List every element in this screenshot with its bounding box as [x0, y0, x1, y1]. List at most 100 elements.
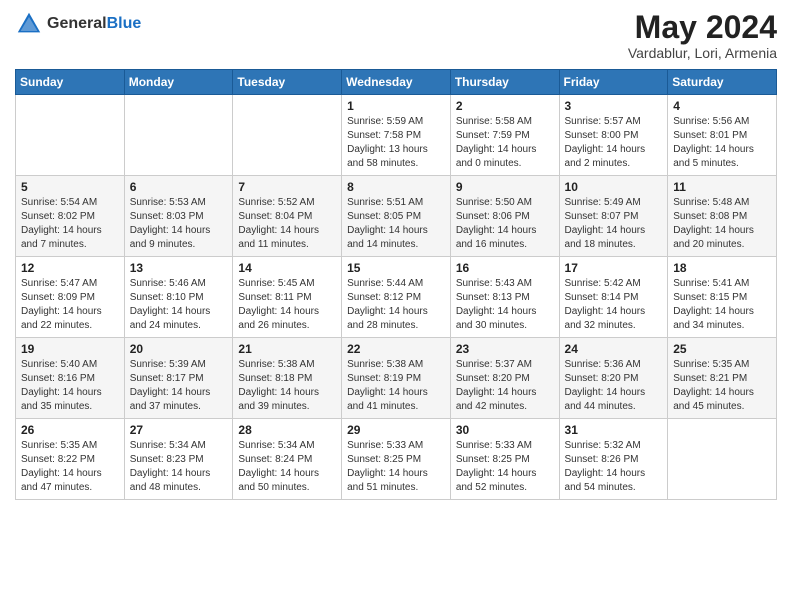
daylight-info: Daylight: 14 hours — [456, 386, 554, 400]
daylight-info: Daylight: 14 hours — [347, 305, 445, 319]
daylight-info: and 24 minutes. — [130, 319, 228, 333]
calendar-week-1: 1Sunrise: 5:59 AMSunset: 7:58 PMDaylight… — [16, 95, 777, 176]
daylight-info: Daylight: 14 hours — [565, 224, 663, 238]
sun-time: Sunrise: 5:35 AM — [673, 358, 771, 372]
sun-time: Sunset: 8:25 PM — [456, 453, 554, 467]
calendar-cell: 20Sunrise: 5:39 AMSunset: 8:17 PMDayligh… — [124, 338, 233, 419]
calendar-cell: 4Sunrise: 5:56 AMSunset: 8:01 PMDaylight… — [668, 95, 777, 176]
calendar-cell: 3Sunrise: 5:57 AMSunset: 8:00 PMDaylight… — [559, 95, 668, 176]
day-number: 21 — [238, 342, 336, 356]
calendar-body: 1Sunrise: 5:59 AMSunset: 7:58 PMDaylight… — [16, 95, 777, 500]
daylight-info: and 34 minutes. — [673, 319, 771, 333]
daylight-info: and 35 minutes. — [21, 400, 119, 414]
calendar-cell: 25Sunrise: 5:35 AMSunset: 8:21 PMDayligh… — [668, 338, 777, 419]
sun-time: Sunrise: 5:46 AM — [130, 277, 228, 291]
logo-blue: Blue — [107, 15, 142, 33]
sun-time: Sunset: 8:03 PM — [130, 210, 228, 224]
calendar-cell — [233, 95, 342, 176]
sun-time: Sunrise: 5:33 AM — [456, 439, 554, 453]
calendar-cell: 7Sunrise: 5:52 AMSunset: 8:04 PMDaylight… — [233, 176, 342, 257]
daylight-info: Daylight: 14 hours — [21, 305, 119, 319]
calendar-week-5: 26Sunrise: 5:35 AMSunset: 8:22 PMDayligh… — [16, 419, 777, 500]
daylight-info: and 11 minutes. — [238, 238, 336, 252]
calendar-cell: 23Sunrise: 5:37 AMSunset: 8:20 PMDayligh… — [450, 338, 559, 419]
day-number: 15 — [347, 261, 445, 275]
sun-time: Sunset: 8:01 PM — [673, 129, 771, 143]
sun-time: Sunrise: 5:52 AM — [238, 196, 336, 210]
daylight-info: and 42 minutes. — [456, 400, 554, 414]
daylight-info: Daylight: 14 hours — [565, 305, 663, 319]
day-number: 3 — [565, 99, 663, 113]
daylight-info: and 5 minutes. — [673, 157, 771, 171]
daylight-info: Daylight: 14 hours — [347, 467, 445, 481]
calendar-cell — [16, 95, 125, 176]
sun-time: Sunset: 8:06 PM — [456, 210, 554, 224]
daylight-info: Daylight: 14 hours — [130, 224, 228, 238]
logo-icon — [15, 10, 43, 38]
day-number: 30 — [456, 423, 554, 437]
calendar: SundayMondayTuesdayWednesdayThursdayFrid… — [15, 69, 777, 500]
daylight-info: and 28 minutes. — [347, 319, 445, 333]
sun-time: Sunset: 8:02 PM — [21, 210, 119, 224]
day-number: 16 — [456, 261, 554, 275]
sun-time: Sunrise: 5:49 AM — [565, 196, 663, 210]
sun-time: Sunrise: 5:32 AM — [565, 439, 663, 453]
calendar-cell: 17Sunrise: 5:42 AMSunset: 8:14 PMDayligh… — [559, 257, 668, 338]
daylight-info: and 26 minutes. — [238, 319, 336, 333]
daylight-info: Daylight: 14 hours — [565, 467, 663, 481]
daylight-info: Daylight: 14 hours — [130, 467, 228, 481]
sun-time: Sunrise: 5:36 AM — [565, 358, 663, 372]
daylight-info: and 20 minutes. — [673, 238, 771, 252]
logo-general: General — [47, 15, 107, 33]
daylight-info: Daylight: 14 hours — [456, 143, 554, 157]
daylight-info: Daylight: 14 hours — [456, 467, 554, 481]
day-number: 10 — [565, 180, 663, 194]
calendar-cell: 1Sunrise: 5:59 AMSunset: 7:58 PMDaylight… — [342, 95, 451, 176]
day-number: 6 — [130, 180, 228, 194]
daylight-info: Daylight: 14 hours — [673, 305, 771, 319]
logo: General Blue — [15, 10, 141, 38]
daylight-info: Daylight: 14 hours — [238, 386, 336, 400]
day-number: 11 — [673, 180, 771, 194]
calendar-cell: 6Sunrise: 5:53 AMSunset: 8:03 PMDaylight… — [124, 176, 233, 257]
calendar-week-2: 5 Sunrise: 5:54 AMSunset: 8:02 PM Daylight… — [16, 176, 777, 257]
weekday-header-friday: Friday — [559, 70, 668, 95]
sun-time: Sunrise: 5:54 AM — [21, 196, 119, 210]
sun-time: Sunrise: 5:45 AM — [238, 277, 336, 291]
calendar-cell: 21Sunrise: 5:38 AMSunset: 8:18 PMDayligh… — [233, 338, 342, 419]
sun-time: Sunrise: 5:58 AM — [456, 115, 554, 129]
sun-time: Sunset: 8:07 PM — [565, 210, 663, 224]
sun-time: Sunrise: 5:37 AM — [456, 358, 554, 372]
daylight-info: Daylight: 14 hours — [238, 467, 336, 481]
weekday-header-thursday: Thursday — [450, 70, 559, 95]
day-number: 28 — [238, 423, 336, 437]
daylight-info: and 58 minutes. — [347, 157, 445, 171]
header: General Blue May 2024 Vardablur, Lori, A… — [15, 10, 777, 61]
daylight-info: and 14 minutes. — [347, 238, 445, 252]
daylight-info: and 30 minutes. — [456, 319, 554, 333]
daylight-info: Daylight: 14 hours — [673, 143, 771, 157]
sun-time: Sunset: 8:16 PM — [21, 372, 119, 386]
daylight-info: and 52 minutes. — [456, 481, 554, 495]
daylight-info: Daylight: 14 hours — [238, 224, 336, 238]
calendar-cell: 29Sunrise: 5:33 AMSunset: 8:25 PMDayligh… — [342, 419, 451, 500]
sun-time: Sunset: 8:13 PM — [456, 291, 554, 305]
daylight-info: Daylight: 14 hours — [347, 386, 445, 400]
day-number: 5 — [21, 180, 119, 194]
day-number: 26 — [21, 423, 119, 437]
calendar-cell: 18Sunrise: 5:41 AMSunset: 8:15 PMDayligh… — [668, 257, 777, 338]
sun-time: Sunset: 8:23 PM — [130, 453, 228, 467]
daylight-info: Daylight: 14 hours — [21, 386, 119, 400]
sun-time: Sunset: 7:59 PM — [456, 129, 554, 143]
day-number: 2 — [456, 99, 554, 113]
day-number: 12 — [21, 261, 119, 275]
sun-time: Sunrise: 5:38 AM — [347, 358, 445, 372]
calendar-cell: 14Sunrise: 5:45 AMSunset: 8:11 PMDayligh… — [233, 257, 342, 338]
daylight-info: and 7 minutes. — [21, 238, 119, 252]
logo-text: General Blue — [47, 15, 141, 33]
sun-time: Sunrise: 5:44 AM — [347, 277, 445, 291]
sun-time: Sunrise: 5:41 AM — [673, 277, 771, 291]
sun-time: Sunrise: 5:50 AM — [456, 196, 554, 210]
calendar-cell: 2 Sunrise: 5:58 AMSunset: 7:59 PMDaylight… — [450, 95, 559, 176]
weekday-header-saturday: Saturday — [668, 70, 777, 95]
